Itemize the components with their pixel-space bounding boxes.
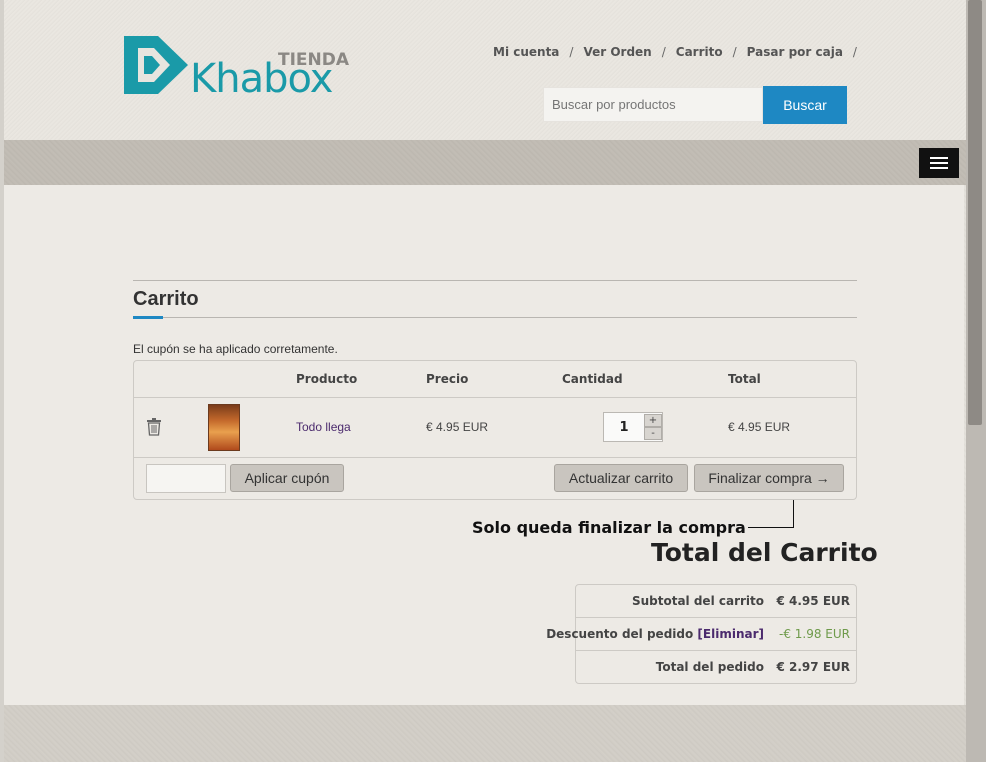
subtotal-row: Subtotal del carrito € 4.95 EUR xyxy=(576,585,856,618)
product-thumbnail[interactable] xyxy=(208,404,240,451)
divider xyxy=(163,317,857,318)
totals-table: Subtotal del carrito € 4.95 EUR Descuent… xyxy=(546,584,857,684)
order-total-row: Total del pedido € 2.97 EUR xyxy=(576,651,856,684)
search-input[interactable] xyxy=(543,87,763,122)
search-button[interactable]: Buscar xyxy=(763,86,847,124)
totals-title: Total del Carrito xyxy=(651,538,878,567)
update-cart-button[interactable]: Actualizar carrito xyxy=(554,464,688,492)
cart-table: Producto Precio Cantidad Total Todo lleg… xyxy=(133,360,857,500)
nav-mi-cuenta[interactable]: Mi cuenta xyxy=(493,45,559,59)
divider xyxy=(133,280,857,281)
column-header-producto: Producto xyxy=(296,372,358,386)
table-row: Todo llega € 4.95 EUR 1 + - € 4.95 EUR xyxy=(134,398,856,458)
order-total-label: Total del pedido xyxy=(655,660,764,674)
nav-separator: / xyxy=(852,45,857,59)
site-logo[interactable]: TIENDA Khabox xyxy=(118,30,358,102)
annotation-line xyxy=(748,527,794,528)
order-total-value: € 2.97 EUR xyxy=(776,660,851,674)
column-header-total: Total xyxy=(728,372,761,386)
nav-separator: / xyxy=(661,45,666,59)
nav-separator: / xyxy=(732,45,737,59)
top-navigation: Mi cuenta / Ver Orden / Carrito / Pasar por ca… xyxy=(493,45,867,63)
nav-pasar-por-caja[interactable]: Pasar por caja xyxy=(747,45,843,59)
nav-carrito[interactable]: Carrito xyxy=(676,45,723,59)
coupon-success-message: El cupón se ha aplicado corretamente. xyxy=(133,342,338,356)
subtotal-label: Subtotal del carrito xyxy=(631,594,764,608)
line-total: € 4.95 EUR xyxy=(728,420,791,434)
remove-discount-link[interactable]: [Eliminar] xyxy=(697,627,764,641)
navigation-band xyxy=(4,140,966,185)
annotation-callout: Solo queda finalizar la compra xyxy=(472,518,746,537)
page-title: Carrito xyxy=(133,288,199,310)
trash-icon[interactable] xyxy=(146,418,162,436)
discount-row: Descuento del pedido [Eliminar] -€ 1.98 … xyxy=(546,618,856,651)
discount-value: -€ 1.98 EUR xyxy=(778,627,850,641)
logo-wordmark: Khabox xyxy=(190,56,333,102)
nav-separator: / xyxy=(569,45,574,59)
column-header-precio: Precio xyxy=(426,372,469,386)
discount-label-group: Descuento del pedido [Eliminar] xyxy=(546,627,764,641)
product-link[interactable]: Todo llega xyxy=(296,420,351,434)
apply-coupon-button[interactable]: Aplicar cupón xyxy=(230,464,344,492)
scrollbar-thumb[interactable] xyxy=(968,0,982,425)
cart-actions: Aplicar cupón Actualizar carrito Finaliz… xyxy=(134,458,856,499)
column-header-cantidad: Cantidad xyxy=(562,372,623,386)
quantity-stepper[interactable]: 1 + - xyxy=(603,412,663,442)
quantity-decrease-button[interactable]: - xyxy=(644,427,662,440)
title-accent xyxy=(133,316,163,319)
checkout-button[interactable]: Finalizar compra → xyxy=(694,464,844,492)
product-price: € 4.95 EUR xyxy=(426,420,489,434)
subtotal-value: € 4.95 EUR xyxy=(776,594,851,608)
coupon-input[interactable] xyxy=(146,464,226,493)
quantity-increase-button[interactable]: + xyxy=(644,414,662,427)
table-header: Producto Precio Cantidad Total xyxy=(134,361,856,398)
quantity-value[interactable]: 1 xyxy=(604,420,644,435)
annotation-line xyxy=(793,500,794,528)
khabox-logo-icon xyxy=(124,36,188,94)
footer-band xyxy=(4,705,966,762)
nav-ver-orden[interactable]: Ver Orden xyxy=(583,45,651,59)
discount-label: Descuento del pedido xyxy=(546,627,694,641)
hamburger-icon[interactable] xyxy=(919,148,959,178)
